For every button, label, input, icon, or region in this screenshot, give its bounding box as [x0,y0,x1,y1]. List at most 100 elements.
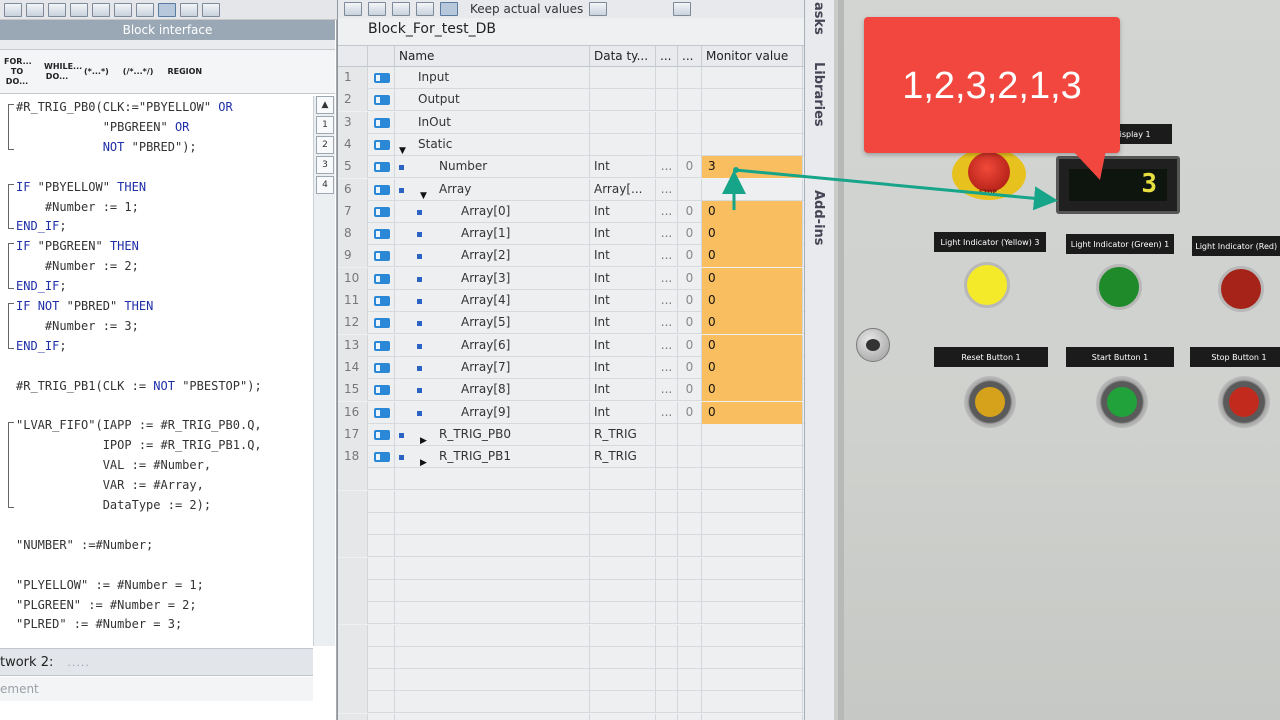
code-line[interactable]: IF NOT "PBRED" THEN [16,297,153,315]
start-value-cell[interactable]: 0 [678,401,702,424]
table-row[interactable]: 9 Array[2] Int... 0 0 [338,245,805,268]
name-cell[interactable]: Array[3] [395,267,590,290]
start-value-cell[interactable]: 0 [678,356,702,379]
toolbar-icon[interactable] [158,2,176,17]
start-value-cell[interactable]: 0 [678,379,702,402]
code-area[interactable]: #R_TRIG_PB0(CLK:="PBYELLOW" OR "PBGREEN"… [0,96,312,646]
name-cell[interactable]: Input [395,67,590,89]
table-row[interactable]: 8 Array[1] Int... 0 0 [338,223,805,246]
datatype-cell[interactable] [590,89,656,112]
extra-cell-1[interactable]: ... [656,290,678,312]
extra-cell-1[interactable]: ... [656,156,678,179]
toolbar-icon[interactable] [392,2,410,16]
code-line[interactable]: END_IF; [16,337,67,355]
extra-cell-1[interactable] [656,423,678,446]
start-value-cell[interactable] [678,67,702,89]
start-value-cell[interactable]: 0 [678,245,702,268]
code-line[interactable]: #R_TRIG_PB0(CLK:="PBYELLOW" OR [16,98,233,116]
block-interface-header[interactable]: Block interface [0,20,335,40]
start-value-cell[interactable]: 0 [678,200,702,223]
expand-right-icon[interactable]: ▶ [420,431,427,446]
monitor-glasses-icon[interactable] [440,2,458,16]
table-row[interactable]: 2 Output [338,89,805,112]
name-cell[interactable]: Array[6] [395,334,590,357]
extra-cell-1[interactable]: ... [656,178,678,201]
table-row[interactable]: 5 Number Int... 0 3 [338,156,805,179]
code-line[interactable]: "PLGREEN" := #Number = 2; [16,596,197,614]
name-cell[interactable]: Number [395,156,590,179]
code-line[interactable]: NOT "PBRED"); [16,138,197,156]
toolbar-icon[interactable] [180,2,198,17]
column-extra-2[interactable]: ... [678,46,702,68]
datatype-cell[interactable]: Int [590,245,656,268]
extra-cell-1[interactable]: ... [656,334,678,357]
start-value-cell[interactable]: 0 [678,223,702,246]
code-line[interactable]: VAR := #Array, [16,476,204,494]
expand-down-icon[interactable]: ▼ [399,141,406,156]
datatype-cell[interactable]: Int [590,356,656,379]
table-row[interactable]: 3 InOut [338,111,805,134]
start-value-cell[interactable] [678,423,702,446]
extra-cell-1[interactable]: ... [656,223,678,246]
name-cell[interactable]: InOut [395,111,590,134]
datatype-cell[interactable]: R_TRIG [590,423,656,446]
datatype-cell[interactable] [590,67,656,89]
toolbar-icon[interactable] [70,2,88,17]
toolbar-icon[interactable] [26,2,44,17]
extra-cell-1[interactable]: ... [656,312,678,335]
code-line[interactable]: "PLRED" := #Number = 3; [16,615,182,633]
code-line[interactable]: "NUMBER" :=#Number; [16,536,153,554]
name-cell[interactable]: Array[7] [395,356,590,379]
table-row[interactable]: 4 ▼ Static [338,133,805,156]
datatype-cell[interactable]: Int [590,401,656,424]
code-line[interactable]: DataType := 2); [16,496,211,514]
extra-cell-1[interactable]: ... [656,401,678,424]
table-row[interactable]: 11 Array[4] Int... 0 0 [338,290,805,312]
datatype-cell[interactable]: Array[... [590,178,656,201]
name-cell[interactable]: Array[0] [395,200,590,223]
start-value-cell[interactable] [678,111,702,134]
code-line[interactable]: END_IF; [16,217,67,235]
table-row[interactable]: 12 Array[5] Int... 0 0 [338,312,805,335]
table-row[interactable]: 15 Array[8] Int... 0 0 [338,379,805,402]
name-cell[interactable]: ▶ R_TRIG_PB0 [395,423,590,446]
datatype-cell[interactable]: Int [590,290,656,312]
code-line[interactable]: #R_TRIG_PB1(CLK := NOT "PBESTOP"); [16,377,262,395]
expand-right-icon[interactable]: ▶ [420,453,427,468]
start-value-cell[interactable] [678,133,702,156]
toolbar-icon[interactable] [344,2,362,16]
scroll-up-icon[interactable]: ▲ [316,96,334,114]
code-line[interactable]: #Number := 3; [16,317,139,335]
expand-down-icon[interactable]: ▼ [420,186,427,201]
network-header[interactable]: twork 2: ..... [0,648,313,676]
snapshot-icon[interactable] [589,2,608,16]
tab-addins[interactable]: Add-ins [811,190,826,246]
toolbar-icon[interactable] [92,2,110,17]
table-row[interactable]: 6 ▼ Array Array[...... [338,178,805,201]
start-value-cell[interactable] [678,89,702,112]
extra-cell-1[interactable]: ... [656,356,678,379]
start-value-cell[interactable] [678,178,702,201]
start-button[interactable] [1096,376,1148,428]
extra-cell-1[interactable] [656,89,678,112]
comment-multiline-button[interactable]: (/*...*/) [121,65,156,79]
while-do-button[interactable]: WHILE... DO... [42,60,82,84]
toolbar-icon[interactable] [416,2,434,16]
start-value-cell[interactable]: 0 [678,312,702,335]
toolbar-icon[interactable] [673,2,692,16]
extra-cell-1[interactable] [656,133,678,156]
toolbar-icon[interactable] [114,2,132,17]
toolbar-icon[interactable] [48,2,66,17]
toolbar-icon[interactable] [202,2,220,17]
extra-cell-1[interactable] [656,446,678,469]
tab-libraries[interactable]: Libraries [811,62,826,127]
comment-block-button[interactable]: (*...*) [82,65,111,79]
for-to-do-button[interactable]: FOR... TO DO... [2,55,32,89]
code-line[interactable]: END_IF; [16,277,67,295]
keep-actual-values-button[interactable]: Keep actual values [470,2,583,16]
extra-cell-1[interactable]: ... [656,200,678,223]
table-row[interactable]: 13 Array[6] Int... 0 0 [338,334,805,357]
start-value-cell[interactable]: 0 [678,290,702,312]
table-row[interactable]: 7 Array[0] Int... 0 0 [338,200,805,223]
datatype-cell[interactable]: R_TRIG [590,446,656,469]
